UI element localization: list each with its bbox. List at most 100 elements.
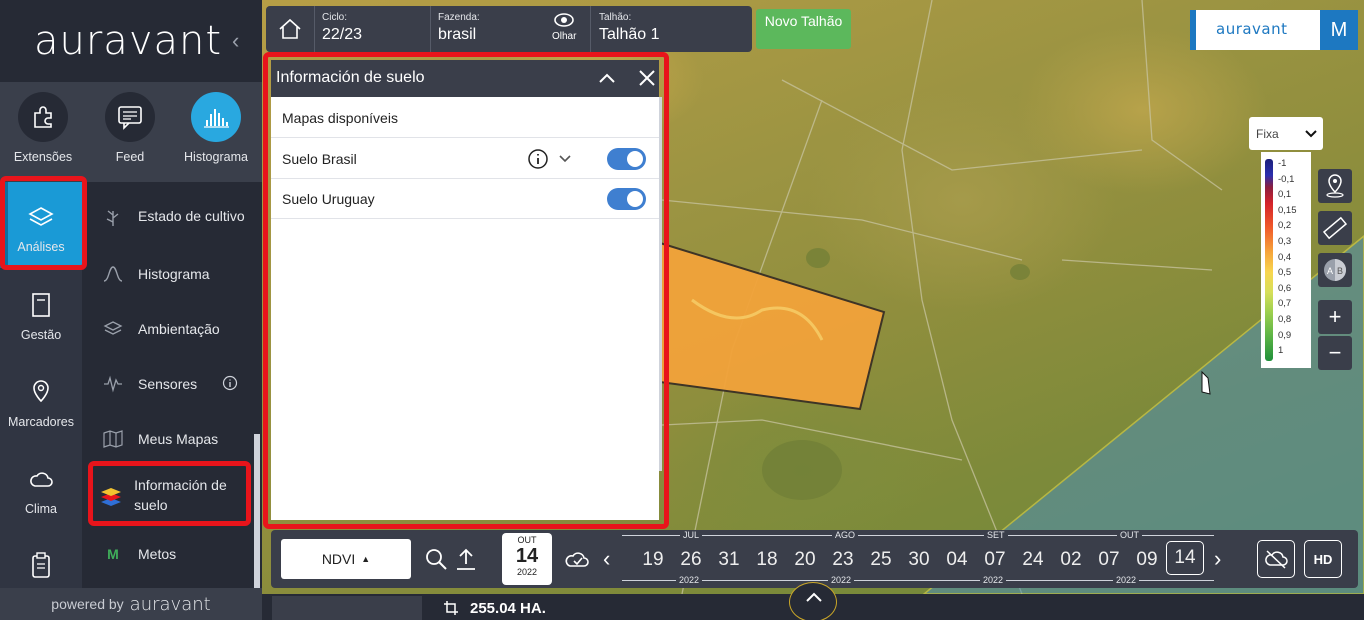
timeline-month: AGO	[832, 530, 859, 540]
index-selector[interactable]: NDVI ▲	[281, 539, 411, 579]
talhao-selector[interactable]: Talhão: Talhão 1	[599, 12, 660, 44]
timeline-date[interactable]: 30	[904, 549, 934, 571]
compare-button[interactable]: AB	[1318, 253, 1352, 287]
olhar-label: Olhar	[552, 31, 577, 42]
timeline-year: 2022	[980, 575, 1007, 585]
separator	[590, 6, 591, 52]
ciclo-selector[interactable]: Ciclo: 22/23	[322, 12, 362, 44]
measure-button[interactable]	[1318, 211, 1352, 245]
fazenda-selector[interactable]: Fazenda: brasil	[438, 12, 480, 44]
home-button[interactable]	[276, 16, 304, 47]
timeline-date[interactable]: 23	[828, 549, 858, 571]
cloud-filter-button[interactable]	[1257, 540, 1295, 578]
ciclo-value: 22/23	[322, 26, 363, 43]
signal-icon	[88, 375, 138, 393]
map-icon	[88, 430, 138, 448]
powered-by-logo: auravant	[129, 593, 211, 615]
top-bar: Ciclo: 22/23 Fazenda: brasil Olhar Talhã…	[266, 6, 752, 52]
submenu-scrollbar[interactable]	[254, 434, 260, 588]
timeline-date[interactable]: 14	[1166, 541, 1204, 575]
timeline-date[interactable]: 19	[638, 549, 668, 571]
quick-feed[interactable]: Feed	[88, 92, 172, 164]
submenu-ambientacao[interactable]: Ambientação	[88, 318, 254, 340]
highlight-analises	[0, 176, 87, 270]
current-date-badge[interactable]: OUT 14 2022	[502, 533, 552, 585]
legend-value: 1	[1278, 345, 1284, 357]
eye-icon	[554, 13, 575, 27]
location-button[interactable]	[1318, 169, 1352, 203]
timeline-year: 2022	[676, 575, 703, 585]
chat-icon	[105, 92, 155, 142]
home-icon	[279, 18, 301, 39]
zoom-out-button[interactable]: −	[1318, 336, 1352, 370]
submenu-label: Histograma	[138, 266, 210, 282]
fazenda-label: Fazenda:	[438, 12, 480, 23]
quick-label: Histograma	[184, 150, 248, 164]
quick-histograma[interactable]: Histograma	[174, 92, 258, 164]
chevron-left-icon[interactable]: ‹	[603, 546, 610, 572]
timeline-date[interactable]: 25	[866, 549, 896, 571]
legend-value: 0,4	[1278, 251, 1292, 263]
timeline-date[interactable]: 07	[1094, 549, 1124, 571]
submenu-sensores[interactable]: Sensores	[88, 373, 254, 395]
timeline-date[interactable]: 02	[1056, 549, 1086, 571]
timeline-date[interactable]: 09	[1132, 549, 1162, 571]
nav-marcadores[interactable]: Marcadores	[0, 375, 82, 429]
current-month: OUT	[517, 535, 537, 545]
chevron-right-icon[interactable]: ›	[1214, 546, 1221, 572]
submenu-histograma[interactable]: Histograma	[88, 263, 254, 285]
nav-gestao[interactable]: Gestão	[0, 288, 82, 342]
timeline-date[interactable]: 20	[790, 549, 820, 571]
highlight-informacion-suelo	[88, 461, 251, 526]
timeline-month: JUL	[680, 530, 703, 540]
nav-clima[interactable]: Clima	[0, 462, 82, 516]
nav-label: Marcadores	[8, 415, 74, 429]
timeline-date[interactable]: 31	[714, 549, 744, 571]
user-avatar[interactable]: M	[1320, 10, 1358, 50]
submenu-estado-cultivo[interactable]: Estado de cultivo	[88, 196, 254, 236]
separator	[314, 6, 315, 52]
search-icon[interactable]	[424, 547, 448, 576]
date-timeline: NDVI ▲ OUT 14 2022 ‹ 19 26 31 18 20 23 25 30 04 0…	[271, 530, 1358, 588]
nav-label: Clima	[25, 502, 57, 516]
timeline-date[interactable]: 18	[752, 549, 782, 571]
submenu-meus-mapas[interactable]: Meus Mapas	[88, 428, 254, 450]
timeline-date[interactable]: 26	[676, 549, 706, 571]
nav-label: Gestão	[20, 328, 62, 342]
timeline-date[interactable]: 24	[1018, 549, 1048, 571]
scale-mode-select[interactable]: Fixa	[1249, 117, 1323, 150]
legend-value: 0,6	[1278, 282, 1292, 294]
brand-logo: auravant	[1216, 20, 1288, 38]
chevron-up-icon	[806, 592, 822, 602]
layers-icon	[88, 320, 138, 338]
timeline-date[interactable]: 07	[980, 549, 1010, 571]
info-icon[interactable]	[222, 375, 238, 396]
minus-icon: −	[1328, 340, 1342, 365]
caret-up-icon: ▲	[361, 554, 371, 564]
metos-icon: M	[107, 546, 119, 562]
submenu-metos[interactable]: M Metos	[88, 543, 254, 565]
collapse-sidebar-icon[interactable]: ‹	[232, 28, 239, 54]
ciclo-label: Ciclo:	[322, 12, 348, 23]
nav-clipboard[interactable]	[0, 548, 82, 588]
clipboard-icon	[0, 548, 82, 582]
legend-value: -0,1	[1278, 173, 1295, 185]
expand-bottom-button[interactable]	[789, 582, 837, 620]
timeline-date[interactable]: 04	[942, 549, 972, 571]
olhar-button[interactable]: Olhar	[552, 12, 576, 42]
submenu-label: Meus Mapas	[138, 431, 219, 447]
hd-button[interactable]: HD	[1304, 540, 1342, 578]
zoom-in-button[interactable]: +	[1318, 300, 1352, 334]
upload-icon[interactable]	[455, 546, 477, 577]
pin-icon	[0, 375, 82, 409]
color-legend: -1 -0,1 0,1 0,15 0,2 0,3 0,4 0,5 0,6 0,7 0,8 0,9 1	[1261, 152, 1311, 368]
histogram-icon	[191, 92, 241, 142]
timeline-month: SET	[984, 530, 1008, 540]
talhao-label: Talhão:	[599, 12, 632, 23]
cloud-check-icon[interactable]	[563, 547, 591, 576]
quick-label: Extensões	[13, 150, 73, 164]
chevron-down-icon	[1305, 130, 1317, 138]
novo-talhao-button[interactable]: Novo Talhão	[756, 9, 851, 49]
quick-extensoes[interactable]: Extensões	[1, 92, 85, 164]
powered-by-text: powered by	[51, 596, 124, 612]
